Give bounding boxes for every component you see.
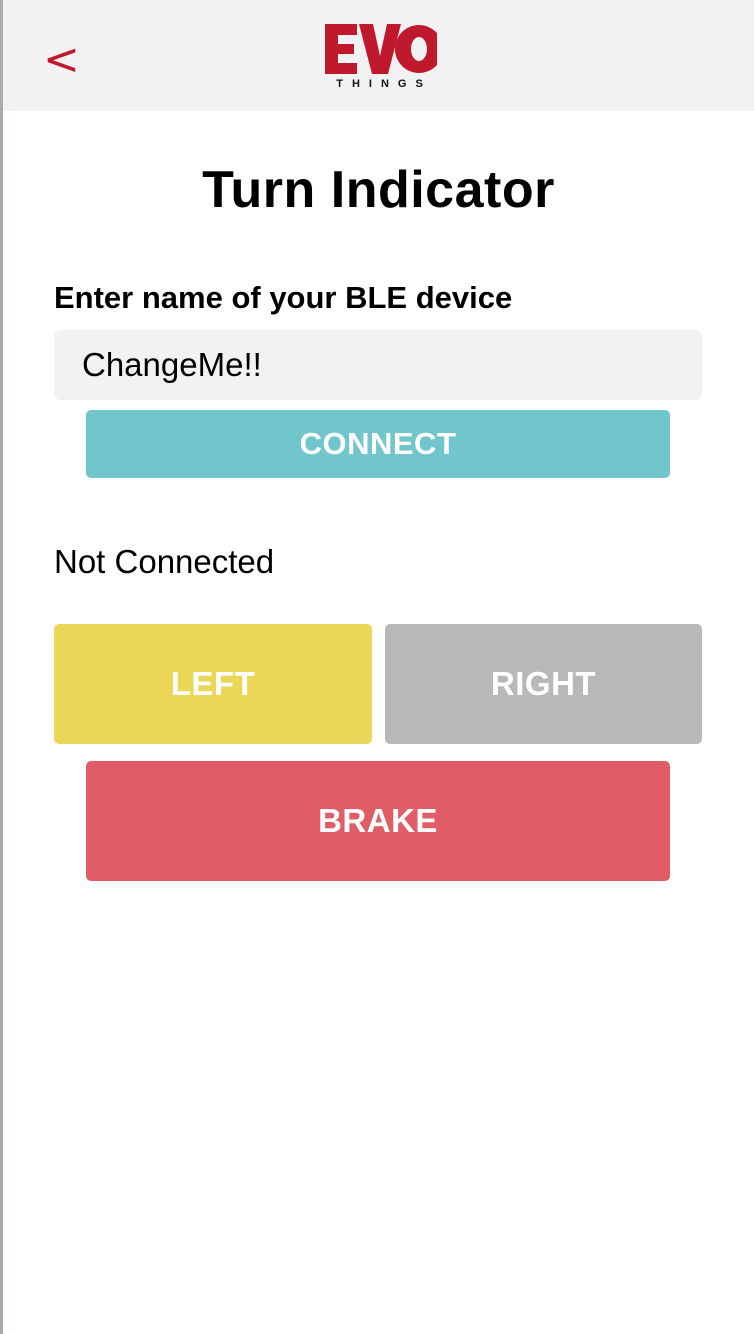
chevron-left-icon: < [43,34,80,85]
right-button[interactable]: RIGHT [385,624,702,744]
evothings-logo: THINGS [319,20,441,92]
connection-status: Not Connected [54,543,275,580]
evo-logo-word [325,24,437,74]
device-name-input[interactable] [54,330,702,400]
logo-subtitle: THINGS [336,78,432,90]
device-name-label: Enter name of your BLE device [54,280,513,315]
app-frame: < THINGS Turn Indicator Enter name of yo… [0,0,754,1334]
connect-button[interactable]: CONNECT [86,410,670,478]
brake-button[interactable]: BRAKE [86,761,670,881]
top-bar: < THINGS [3,0,754,111]
page-title: Turn Indicator [202,161,555,219]
back-button[interactable]: < [43,30,83,90]
left-button[interactable]: LEFT [54,624,372,744]
